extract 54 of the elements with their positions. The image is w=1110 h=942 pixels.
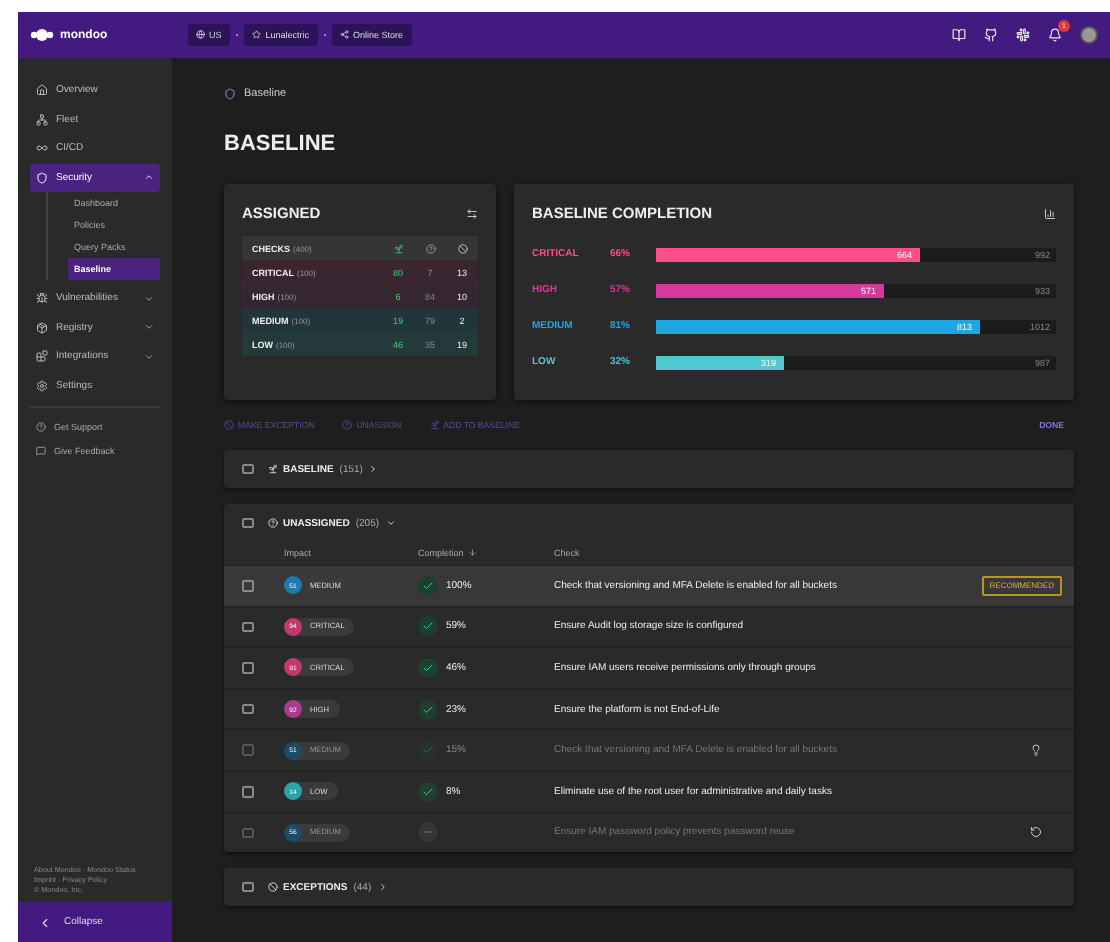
bell-icon[interactable] xyxy=(1048,28,1062,42)
message-icon xyxy=(36,445,46,455)
book-icon[interactable] xyxy=(952,28,966,42)
restore-icon[interactable] xyxy=(1030,826,1042,839)
lightbulb-icon[interactable] xyxy=(1030,744,1042,757)
page-title: BASELINE xyxy=(224,132,338,156)
nav-icon xyxy=(36,113,48,126)
chevron-down-icon[interactable] xyxy=(385,518,396,528)
check-icon xyxy=(418,740,438,761)
group-icon xyxy=(267,464,277,474)
chart-icon[interactable] xyxy=(1044,207,1056,219)
nav-icon xyxy=(36,84,48,97)
checkbox[interactable] xyxy=(242,662,253,674)
slack-icon[interactable] xyxy=(1016,28,1030,42)
swap-icon[interactable] xyxy=(466,207,478,219)
help-icon xyxy=(36,421,46,431)
action-icon xyxy=(224,419,234,429)
scope-icon xyxy=(196,30,205,40)
chevron-left-icon xyxy=(38,915,52,929)
check-icon xyxy=(418,699,438,720)
check-icon xyxy=(418,575,438,596)
nav-icon xyxy=(36,142,48,155)
nav-icon xyxy=(36,171,48,184)
check-icon xyxy=(418,657,438,678)
ban-icon xyxy=(457,243,467,253)
group-icon xyxy=(267,882,277,893)
checkbox[interactable] xyxy=(242,621,253,633)
chevron-right-icon[interactable] xyxy=(368,464,379,474)
scope-icon xyxy=(340,30,350,40)
nav-icon xyxy=(36,292,48,305)
sprout-icon xyxy=(393,243,403,253)
checkbox[interactable] xyxy=(242,580,253,592)
scope-icon xyxy=(252,30,262,40)
chevron-right-icon[interactable] xyxy=(377,882,388,893)
action-icon xyxy=(429,419,440,429)
checkbox[interactable] xyxy=(242,463,253,475)
checkbox[interactable] xyxy=(242,703,253,715)
avatar[interactable] xyxy=(1080,26,1098,44)
minus-icon xyxy=(418,822,438,843)
nav-icon xyxy=(36,321,48,334)
nav-icon xyxy=(36,350,48,363)
shield-icon xyxy=(224,88,236,100)
group-icon xyxy=(267,518,277,528)
question-icon xyxy=(425,243,435,253)
logo-icon xyxy=(30,28,54,42)
sort-icon xyxy=(467,548,477,558)
check-icon xyxy=(418,616,438,637)
action-icon xyxy=(342,419,353,429)
check-icon xyxy=(418,781,438,802)
checkbox[interactable] xyxy=(242,517,253,529)
nav-icon xyxy=(36,379,48,392)
checkbox[interactable] xyxy=(242,786,253,798)
github-icon[interactable] xyxy=(984,28,998,42)
checkbox[interactable] xyxy=(242,881,253,893)
